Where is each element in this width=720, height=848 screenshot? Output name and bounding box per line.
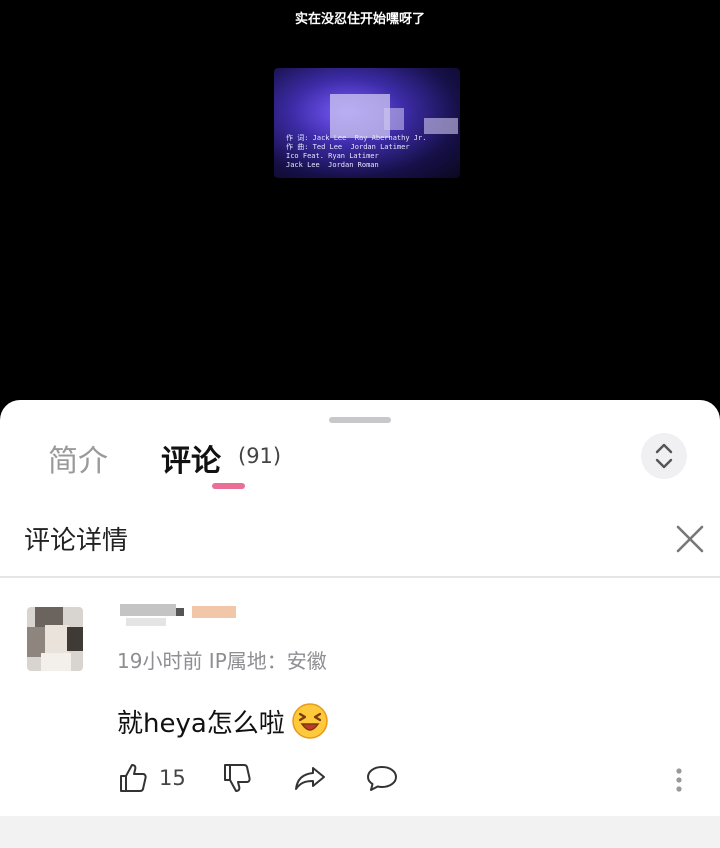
divider <box>0 576 720 578</box>
comment-text: 就heya怎么啦 <box>117 708 285 739</box>
comment-sheet: 简介 评论 (91) 评论详情 19小时前 IP属地：安徽 就heya怎么啦 1… <box>0 400 720 848</box>
close-icon <box>676 525 704 553</box>
active-tab-indicator <box>212 483 245 489</box>
video-credits: 作 词: Jack Lee Ray Abernathy Jr. 作 曲: Ted… <box>286 134 427 169</box>
tab-intro[interactable]: 简介 <box>48 436 108 480</box>
close-button[interactable] <box>672 521 708 557</box>
dislike-button[interactable] <box>221 762 253 794</box>
more-icon <box>676 768 682 792</box>
laughing-face-emoji <box>292 703 328 739</box>
video-subtitle: 实在没忍住开始嘿呀了 <box>294 12 425 27</box>
avatar[interactable] <box>27 607 83 671</box>
drag-handle[interactable] <box>329 417 391 423</box>
video-player[interactable]: 实在没忍住开始嘿呀了 作 词: Jack Lee Ray Abernathy J… <box>0 0 720 420</box>
more-button[interactable] <box>669 766 689 798</box>
comment-body: 就heya怎么啦 <box>117 702 329 740</box>
username-blurred[interactable] <box>120 604 240 634</box>
video-frame: 作 词: Jack Lee Ray Abernathy Jr. 作 曲: Ted… <box>274 68 460 178</box>
share-button[interactable] <box>293 762 327 794</box>
like-button[interactable]: 15 <box>117 762 186 794</box>
expand-collapse-icon <box>655 443 673 469</box>
comment-meta: 19小时前 IP属地：安徽 <box>117 649 327 673</box>
thumbs-down-icon <box>224 764 251 792</box>
expand-button[interactable] <box>641 433 687 479</box>
reply-icon <box>367 766 397 791</box>
reply-button[interactable] <box>365 762 399 794</box>
bottom-bar <box>0 816 720 848</box>
comment-detail-title: 评论详情 <box>24 526 129 556</box>
comment-count: (91) <box>238 444 282 468</box>
tab-comments[interactable]: 评论 <box>161 436 221 480</box>
like-count: 15 <box>159 766 186 790</box>
share-icon <box>295 767 325 790</box>
thumbs-up-icon <box>120 764 147 792</box>
